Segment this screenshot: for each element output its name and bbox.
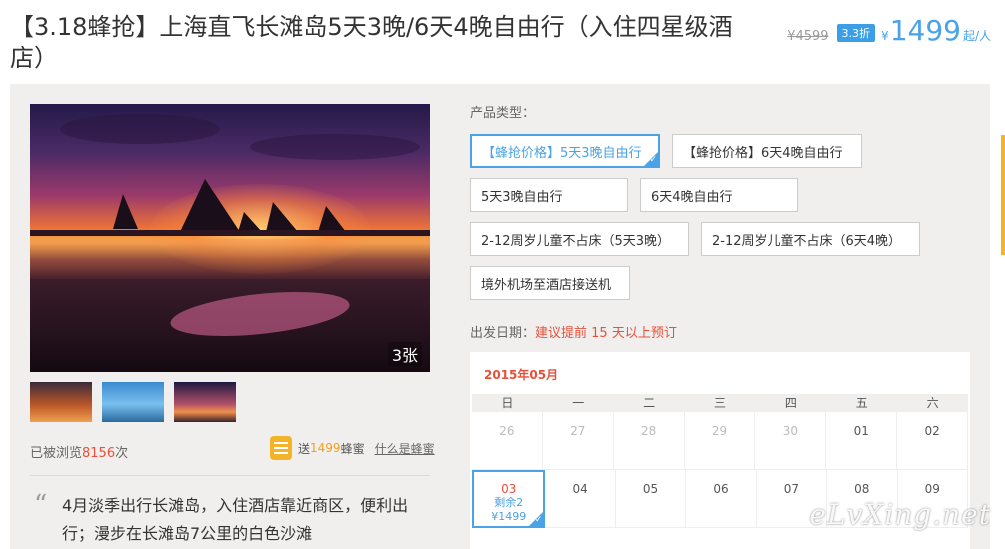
sale-price: 1499 xyxy=(889,14,961,47)
product-option[interactable]: 2-12周岁儿童不占床（5天3晚） xyxy=(470,222,689,256)
what-is-honey-link[interactable]: 什么是蜂蜜 xyxy=(375,440,435,457)
thumbnail-3[interactable] xyxy=(174,382,236,422)
watermark: eLvXing.net xyxy=(809,498,991,531)
thumbnail-2[interactable] xyxy=(102,382,164,422)
weekday-label: 一 xyxy=(572,396,585,410)
selected-day-number: 03 xyxy=(501,482,517,496)
calendar-week-row: 26 27 28 29 30 01 02 xyxy=(472,412,969,470)
weekday-label: 三 xyxy=(714,396,727,410)
checkmark-icon: ✓ xyxy=(649,155,657,165)
product-type-label: 产品类型： xyxy=(470,106,536,121)
original-price: ¥4599 xyxy=(787,29,829,44)
calendar-day[interactable]: 04 xyxy=(545,470,616,528)
product-type-section: 产品类型： xyxy=(470,102,990,121)
view-count-suffix: 次 xyxy=(115,446,129,461)
calendar-day[interactable]: 06 xyxy=(686,470,757,528)
product-option-label: 【蜂抢价格】5天3晚自由行 xyxy=(482,145,642,161)
photo-water xyxy=(30,239,430,279)
side-scroll-indicator[interactable] xyxy=(1001,135,1005,255)
product-option[interactable]: 5天3晚自由行 xyxy=(470,178,628,212)
weekday-label: 日 xyxy=(501,396,514,410)
thumbnail-1[interactable] xyxy=(30,382,92,422)
product-option[interactable]: 【蜂抢价格】6天4晚自由行 xyxy=(672,134,862,168)
divider xyxy=(30,475,430,476)
calendar-day[interactable]: 01 xyxy=(826,412,898,470)
product-option-label: 境外机场至酒店接送机 xyxy=(481,277,612,293)
page-title: 【3.18蜂抢】上海直飞长滩岛5天3晚/6天4晚自由行（入住四星级酒店） xyxy=(10,13,733,72)
departure-date-label: 出发日期：建议提前 15 天以上预订 xyxy=(470,322,677,341)
product-option[interactable]: 【蜂抢价格】5天3晚自由行 ✓ xyxy=(470,134,660,168)
product-option-label: 【蜂抢价格】6天4晚自由行 xyxy=(683,145,843,161)
bee-icon xyxy=(270,436,292,460)
booking-hint: 建议提前 15 天以上预订 xyxy=(535,326,677,341)
view-count-prefix: 已被浏览 xyxy=(30,446,83,461)
product-header: 【3.18蜂抢】上海直飞长滩岛5天3晚/6天4晚自由行（入住四星级酒店） ¥45… xyxy=(0,0,1005,84)
honey-prefix: 送 xyxy=(298,441,311,456)
honey-suffix: 蜂蜜 xyxy=(340,441,365,456)
weekday-header: 日 一 二 三 四 五 六 xyxy=(472,394,968,412)
calendar-day: 27 xyxy=(542,412,614,470)
product-option-label: 2-12周岁儿童不占床（6天4晚） xyxy=(712,233,902,249)
view-count-number: 8156 xyxy=(82,446,116,461)
weekday-label: 二 xyxy=(643,396,656,410)
checkmark-icon: ✓ xyxy=(534,515,543,525)
product-option[interactable]: 6天4晚自由行 xyxy=(640,178,798,212)
weekday-label: 四 xyxy=(784,396,797,410)
calendar-month: 2015年05月 xyxy=(484,368,559,382)
discount-badge: 3.3折 xyxy=(836,24,876,42)
remaining-seats: 剩余2 xyxy=(494,496,524,509)
calendar-day[interactable]: 02 xyxy=(897,412,969,470)
product-option-label: 5天3晚自由行 xyxy=(481,189,563,205)
currency-symbol: ¥ xyxy=(881,29,889,43)
calendar-day-selected[interactable]: 03 剩余2 ¥1499 ✓ xyxy=(472,470,546,528)
thumbnail-strip xyxy=(30,382,236,422)
honey-amount: 1499 xyxy=(310,441,341,455)
calendar-day[interactable]: 05 xyxy=(615,470,687,528)
product-option[interactable]: 2-12周岁儿童不占床（6天4晚） xyxy=(701,222,920,256)
photo-count: 3张 xyxy=(387,342,422,366)
calendar-day: 30 xyxy=(755,412,827,470)
departure-date-title: 出发日期： xyxy=(470,326,536,341)
calendar-day: 28 xyxy=(613,412,685,470)
product-description: 4月淡季出行长滩岛，入住酒店靠近商区，便利出行；漫步在长滩岛7公里的白色沙滩 xyxy=(62,496,409,543)
calendar-day: 26 xyxy=(472,412,543,470)
weekday-label: 五 xyxy=(855,396,868,410)
calendar-day: 29 xyxy=(684,412,756,470)
product-panel: 3张 已被浏览8156次 送 1499 蜂蜜 什么是蜂蜜 “ 4月淡季出行长滩岛，入… xyxy=(10,84,990,549)
honey-reward: 送 1499 蜂蜜 什么是蜂蜜 xyxy=(270,436,435,460)
main-photo[interactable]: 3张 xyxy=(30,104,430,372)
product-option-label: 6天4晚自由行 xyxy=(651,189,733,205)
quote-icon: “ xyxy=(34,490,48,520)
view-count: 已被浏览8156次 xyxy=(30,442,128,461)
product-option-label: 2-12周岁儿童不占床（5天3晚） xyxy=(481,233,671,249)
weekday-label: 六 xyxy=(926,396,939,410)
price-unit: 起/人 xyxy=(962,29,991,43)
price-box: ¥4599 3.3折 ¥ 1499 起/人 xyxy=(787,14,991,47)
product-option[interactable]: 境外机场至酒店接送机 xyxy=(470,266,630,300)
